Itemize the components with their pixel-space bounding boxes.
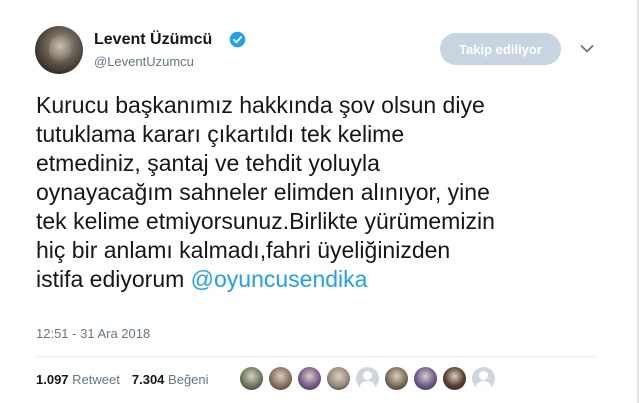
retweet-label: Retweet xyxy=(72,372,120,387)
tweet-text: Kurucu başkanımız hakkında şov olsun diy… xyxy=(36,91,596,294)
tweet-stats: 1.097 Retweet 7.304 Beğeni xyxy=(36,372,209,387)
liker-avatar[interactable] xyxy=(327,367,350,390)
chevron-down-icon[interactable] xyxy=(580,44,594,54)
liker-avatar[interactable] xyxy=(414,367,437,390)
liker-avatar[interactable] xyxy=(472,367,495,390)
liker-avatar[interactable] xyxy=(240,367,263,390)
following-button[interactable]: Takip ediliyor xyxy=(440,33,561,65)
retweet-count: 1.097 xyxy=(36,372,69,387)
like-stat[interactable]: 7.304 Beğeni xyxy=(132,372,209,387)
retweet-stat[interactable]: 1.097 Retweet xyxy=(36,372,120,387)
verified-badge-icon xyxy=(229,31,246,48)
liker-avatar[interactable] xyxy=(443,367,466,390)
avatar[interactable] xyxy=(35,26,83,74)
liker-avatar[interactable] xyxy=(269,367,292,390)
author-handle[interactable]: @LeventUzumcu xyxy=(94,54,194,69)
mention-link[interactable]: @oyuncusendika xyxy=(191,266,368,292)
liker-avatar[interactable] xyxy=(385,367,408,390)
liker-avatars xyxy=(240,367,495,390)
tweet-body: Kurucu başkanımız hakkında şov olsun diy… xyxy=(36,92,495,292)
tweet-timestamp[interactable]: 12:51 - 31 Ara 2018 xyxy=(36,326,150,341)
author-name[interactable]: Levent Üzümcü xyxy=(94,31,212,49)
like-count: 7.304 xyxy=(131,372,165,387)
divider xyxy=(36,356,596,357)
liker-avatar[interactable] xyxy=(298,367,321,390)
liker-avatar[interactable] xyxy=(356,367,379,390)
like-label: Beğeni xyxy=(168,372,209,387)
